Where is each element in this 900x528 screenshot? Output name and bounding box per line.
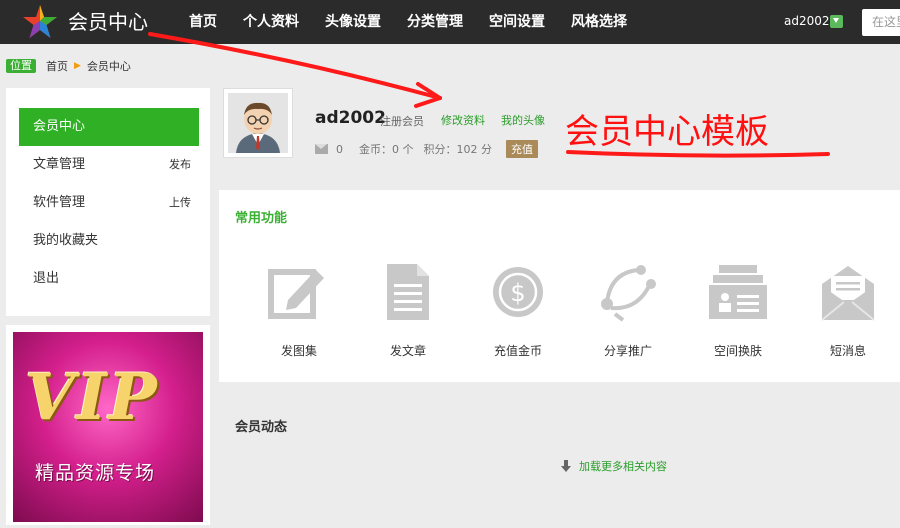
skin-icon — [709, 265, 767, 319]
vip-banner-card: VIP 精品资源专场 — [6, 325, 210, 525]
points-balance: 积分：102 分 — [423, 143, 493, 156]
sidebar-item-articles[interactable]: 文章管理 发布 — [19, 146, 199, 184]
member-activity-section: 会员动态 加载更多相关内容 — [219, 392, 900, 528]
profile-card: ad2002 注册会员 修改资料 我的头像 0 金币：0 个 积分：102 分 … — [220, 88, 900, 180]
upload-link[interactable]: 上传 — [169, 184, 191, 222]
func-label: 充值金币 — [493, 344, 542, 358]
dollar-icon: $ — [493, 267, 543, 317]
nav-profile[interactable]: 个人资料 — [243, 0, 299, 44]
sidebar-item-label: 退出 — [33, 271, 60, 286]
load-more-label: 加载更多相关内容 — [579, 460, 667, 473]
func-label: 发文章 — [389, 344, 426, 358]
func-share-promote[interactable]: 分享推广 — [593, 262, 663, 359]
vip-title: VIP — [25, 360, 159, 435]
chevron-right-icon: ▶ — [74, 61, 81, 71]
arrow-down-icon — [561, 460, 571, 472]
profile-username: ad2002 — [315, 108, 386, 128]
common-functions-panel: 常用功能 发图集 发文章 $ 充值金币 分享推广 空间换肤 短消息 — [219, 190, 900, 382]
message-count[interactable]: 0 — [336, 143, 343, 156]
func-label: 短消息 — [829, 344, 866, 358]
username-menu[interactable]: ad2002 — [784, 14, 830, 28]
func-post-article[interactable]: 发文章 — [373, 262, 443, 359]
nav-style-select[interactable]: 风格选择 — [571, 0, 627, 44]
recharge-button[interactable]: 充值 — [506, 140, 538, 158]
func-recharge-coins[interactable]: $ 充值金币 — [483, 262, 553, 359]
breadcrumb-current: 会员中心 — [86, 60, 131, 73]
publish-link[interactable]: 发布 — [169, 146, 191, 184]
member-level: 注册会员 — [380, 115, 424, 128]
sidebar-item-logout[interactable]: 退出 — [19, 260, 199, 298]
section-title: 常用功能 — [235, 211, 288, 226]
svg-text:$: $ — [510, 279, 525, 307]
template-annotation: 会员中心模板 — [565, 112, 769, 152]
logo-star-icon[interactable] — [22, 4, 58, 40]
avatar[interactable] — [223, 88, 293, 158]
func-label: 分享推广 — [603, 344, 652, 358]
nav-home[interactable]: 首页 — [189, 0, 217, 44]
document-icon — [387, 264, 429, 320]
func-label: 发图集 — [280, 344, 317, 358]
profile-stats: 0 金币：0 个 积分：102 分 充值 — [315, 140, 538, 158]
breadcrumb: 位置 首页 ▶ 会员中心 — [6, 58, 131, 74]
top-navbar: 会员中心 首页 个人资料 头像设置 分类管理 空间设置 风格选择 ad2002 … — [0, 0, 900, 44]
user-avatar-icon — [228, 93, 288, 153]
envelope-icon — [821, 266, 875, 321]
sidebar-item-label: 文章管理 — [33, 157, 86, 172]
mail-icon[interactable] — [315, 144, 328, 154]
my-avatar-link[interactable]: 我的头像 — [501, 112, 545, 128]
sidebar-item-label: 软件管理 — [33, 195, 86, 210]
sidebar-item-label: 会员中心 — [33, 119, 86, 134]
load-more-link[interactable]: 加载更多相关内容 — [561, 458, 667, 474]
nav-space-settings[interactable]: 空间设置 — [489, 0, 545, 44]
main-nav: 首页 个人资料 头像设置 分类管理 空间设置 风格选择 — [189, 0, 653, 44]
edit-profile-link[interactable]: 修改资料 — [441, 112, 485, 128]
section-title: 会员动态 — [235, 420, 288, 435]
sidebar-menu: 会员中心 文章管理 发布 软件管理 上传 我的收藏夹 退出 — [6, 88, 210, 316]
sidebar-item-member-center[interactable]: 会员中心 — [19, 108, 199, 146]
edit-icon — [268, 269, 324, 319]
sidebar-item-label: 我的收藏夹 — [33, 233, 99, 248]
vip-banner[interactable]: VIP 精品资源专场 — [13, 332, 203, 522]
vip-subtitle: 精品资源专场 — [35, 462, 156, 484]
brand-title[interactable]: 会员中心 — [68, 8, 148, 36]
coin-balance: 金币：0 个 — [359, 143, 414, 156]
share-icon — [601, 265, 656, 322]
nav-category-manage[interactable]: 分类管理 — [407, 0, 463, 44]
breadcrumb-home-link[interactable]: 首页 — [46, 58, 68, 74]
location-tag: 位置 — [6, 59, 36, 73]
func-space-skin[interactable]: 空间换肤 — [703, 262, 773, 359]
chevron-down-icon[interactable] — [830, 15, 843, 28]
func-post-gallery[interactable]: 发图集 — [264, 262, 334, 359]
sidebar-item-favorites[interactable]: 我的收藏夹 — [19, 222, 199, 260]
nav-avatar-settings[interactable]: 头像设置 — [325, 0, 381, 44]
sidebar-item-software[interactable]: 软件管理 上传 — [19, 184, 199, 222]
func-label: 空间换肤 — [713, 344, 762, 358]
func-messages[interactable]: 短消息 — [813, 262, 883, 359]
search-input[interactable]: 在这里 — [862, 9, 900, 36]
